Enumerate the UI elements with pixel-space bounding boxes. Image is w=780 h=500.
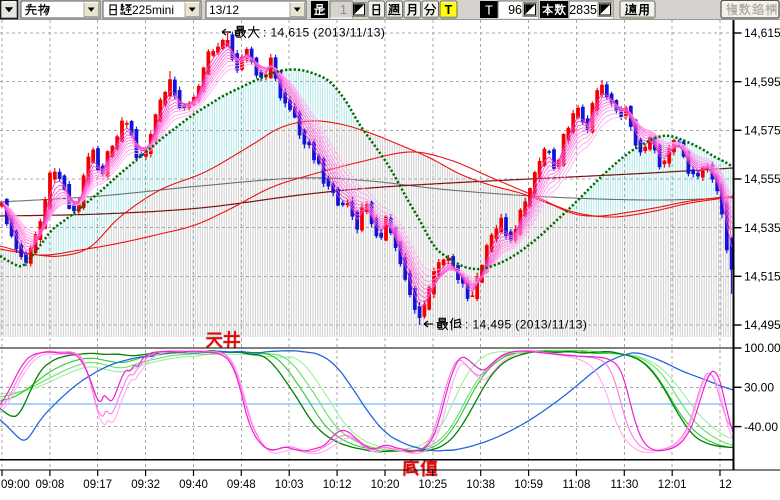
- svg-text:: 14,615 (2013/11/13): : 14,615 (2013/11/13): [263, 26, 385, 40]
- svg-text:11:08: 11:08: [562, 479, 590, 491]
- svg-text:13/12: 13/12: [209, 3, 239, 17]
- svg-text:14,555: 14,555: [744, 172, 780, 186]
- svg-text:12: 12: [719, 479, 732, 491]
- svg-text:14,495: 14,495: [744, 318, 780, 332]
- svg-text:12:01: 12:01: [658, 479, 687, 491]
- svg-text:-40.00: -40.00: [744, 420, 778, 434]
- svg-text:30.00: 30.00: [744, 381, 774, 395]
- svg-text:T: T: [445, 3, 453, 17]
- svg-text:2835: 2835: [569, 3, 597, 17]
- svg-text:09:40: 09:40: [179, 479, 208, 491]
- svg-text:1: 1: [340, 3, 347, 17]
- svg-text:10:12: 10:12: [323, 479, 352, 491]
- svg-text:10:03: 10:03: [275, 479, 304, 491]
- svg-text:: 14,495 (2013/11/13): : 14,495 (2013/11/13): [465, 318, 587, 332]
- svg-text:09:17: 09:17: [83, 479, 112, 491]
- svg-text:09:48: 09:48: [227, 479, 256, 491]
- svg-text:14,515: 14,515: [744, 270, 780, 284]
- svg-text:14,535: 14,535: [744, 221, 780, 235]
- svg-text:14,615: 14,615: [744, 26, 780, 40]
- svg-text:10:59: 10:59: [514, 479, 543, 491]
- svg-text:09:32: 09:32: [131, 479, 160, 491]
- svg-text:10:38: 10:38: [466, 479, 495, 491]
- svg-text:11:30: 11:30: [610, 479, 638, 491]
- svg-text:10:20: 10:20: [371, 479, 400, 491]
- svg-text:T: T: [485, 3, 493, 18]
- svg-text:14,575: 14,575: [744, 124, 780, 138]
- svg-text:96: 96: [508, 3, 522, 17]
- svg-text:09:08: 09:08: [36, 479, 65, 491]
- svg-text:09:00: 09:00: [1, 479, 30, 491]
- svg-text:225mini: 225mini: [132, 3, 174, 17]
- svg-text:10:25: 10:25: [418, 479, 447, 491]
- svg-text:100.00: 100.00: [744, 341, 780, 355]
- svg-text:14,595: 14,595: [744, 75, 780, 89]
